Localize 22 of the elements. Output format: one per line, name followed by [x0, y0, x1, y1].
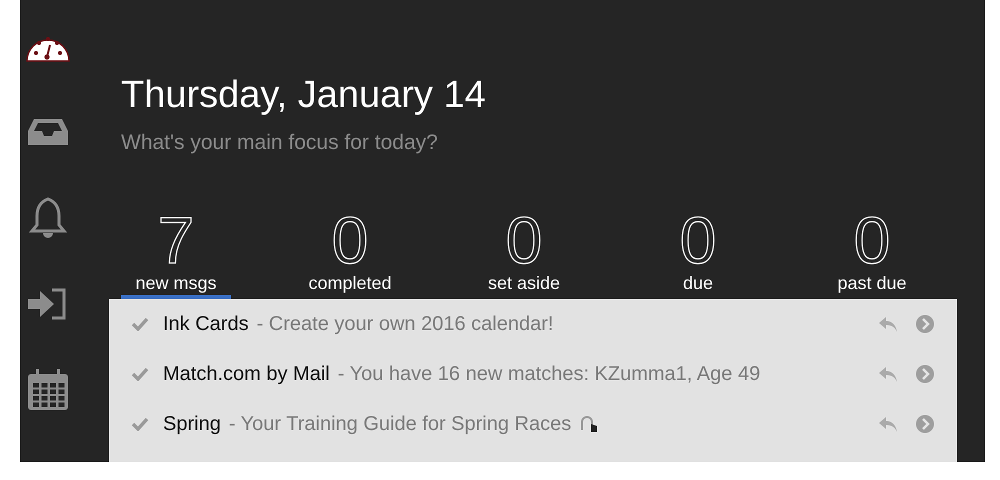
stat-tab[interactable]: 0 completed	[295, 207, 405, 299]
arrow-circle-icon[interactable]	[915, 364, 935, 384]
stat-tab[interactable]: 0 past due	[817, 207, 927, 299]
reply-icon[interactable]	[877, 365, 899, 383]
stat-tab[interactable]: 0 due	[643, 207, 753, 299]
check-icon[interactable]	[131, 317, 149, 331]
emoji-icon	[579, 414, 600, 434]
arrow-circle-icon[interactable]	[915, 314, 935, 334]
stat-tab[interactable]: 0 set aside	[469, 207, 579, 299]
message-sender[interactable]: Spring	[163, 412, 221, 436]
calendar-icon	[26, 368, 70, 412]
focus-field[interactable]: What's your main focus for today?	[121, 131, 621, 155]
check-icon[interactable]	[131, 417, 149, 431]
message-sender[interactable]: Match.com by Mail	[163, 362, 330, 386]
date-heading: Thursday, January 14	[121, 74, 487, 117]
reply-icon[interactable]	[877, 415, 899, 433]
bell-icon	[28, 196, 68, 240]
reply-icon[interactable]	[877, 315, 899, 333]
arrow-circle-icon[interactable]	[915, 414, 935, 434]
message-sender[interactable]: Ink Cards	[163, 312, 249, 336]
inbox-icon	[26, 117, 70, 147]
check-icon[interactable]	[131, 367, 149, 381]
